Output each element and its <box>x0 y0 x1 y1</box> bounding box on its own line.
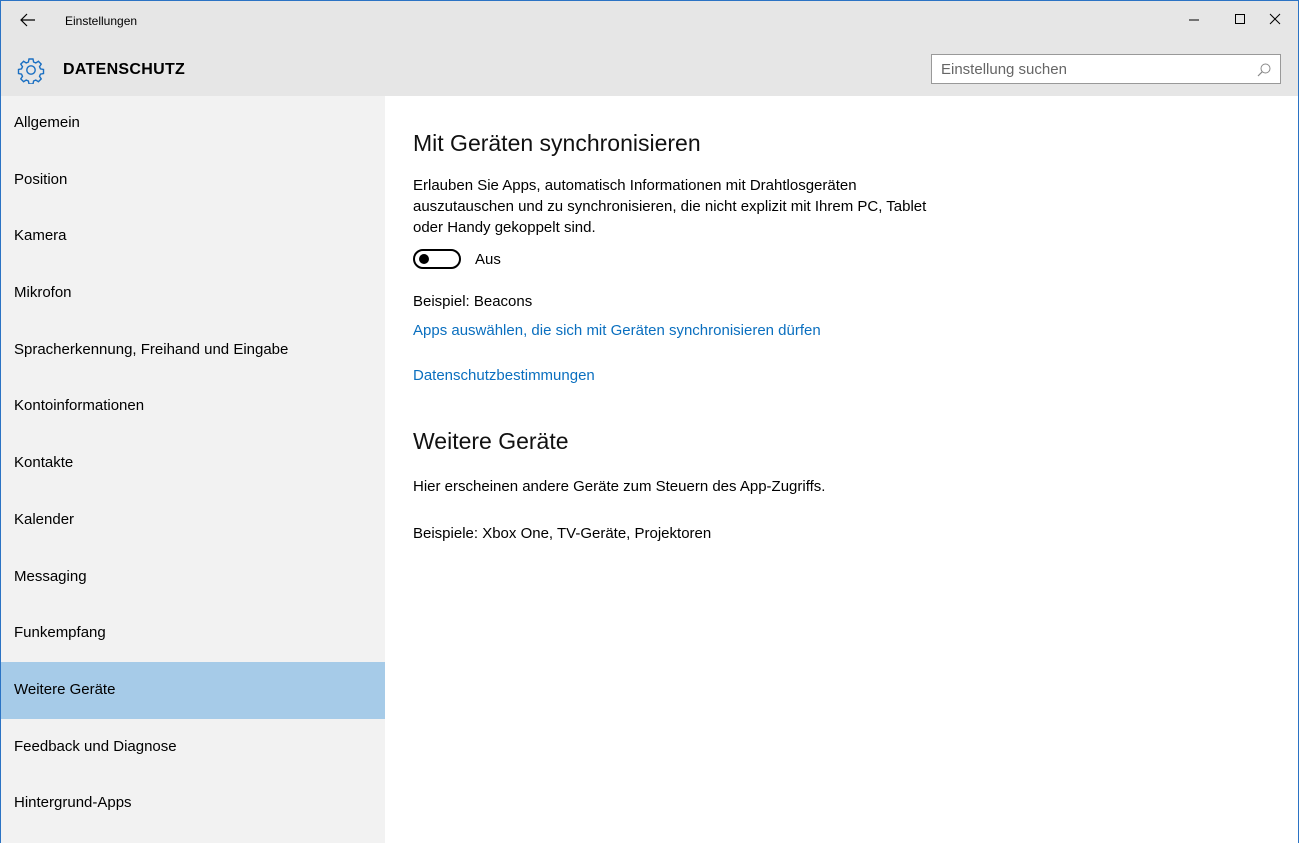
other-devices-examples: Beispiele: Xbox One, TV-Geräte, Projekto… <box>413 525 712 542</box>
sidebar-item-kontakte[interactable]: Kontakte <box>1 435 385 492</box>
sidebar-item-position[interactable]: Position <box>1 152 385 209</box>
sync-toggle-state: Aus <box>475 250 501 268</box>
sidebar-item-hintergrund-apps[interactable]: Hintergrund-Apps <box>1 775 385 832</box>
sync-description: Erlauben Sie Apps, automatisch Informati… <box>413 177 927 236</box>
app-title: Einstellungen <box>65 14 138 28</box>
minimize-button[interactable] <box>1171 1 1217 41</box>
maximize-icon <box>1234 12 1246 30</box>
sidebar-item-mikrofon[interactable]: Mikrofon <box>1 265 385 322</box>
sidebar-item-kontoinformationen[interactable]: Kontoinformationen <box>1 378 385 435</box>
search-input[interactable] <box>932 55 1251 83</box>
page-header: DATENSCHUTZ <box>1 44 1298 96</box>
sidebar: Allgemein Position Kamera Mikrofon Sprac… <box>1 96 385 843</box>
gear-icon <box>17 56 45 85</box>
sidebar-item-allgemein[interactable]: Allgemein <box>1 95 385 152</box>
other-devices-title: Weitere Geräte <box>413 428 569 454</box>
sidebar-item-funkempfang[interactable]: Funkempfang <box>1 605 385 662</box>
back-button[interactable] <box>15 9 41 35</box>
choose-apps-link[interactable]: Apps auswählen, die sich mit Geräten syn… <box>413 322 821 339</box>
sync-section-title: Mit Geräten synchronisieren <box>413 130 701 156</box>
minimize-icon <box>1188 12 1200 30</box>
other-devices-description: Hier erscheinen andere Geräte zum Steuer… <box>413 478 826 495</box>
sidebar-item-kalender[interactable]: Kalender <box>1 492 385 549</box>
settings-window: Einstellungen DATENSCHUTZ Einstellung su… <box>0 0 1299 843</box>
main-content: Mit Geräten synchronisieren Erlauben Sie… <box>413 96 1298 843</box>
sidebar-item-messaging[interactable]: Messaging <box>1 549 385 606</box>
search-box[interactable] <box>931 54 1281 84</box>
close-icon <box>1269 12 1281 30</box>
sync-toggle-row: Aus <box>413 249 1298 269</box>
back-arrow-icon <box>20 13 36 32</box>
privacy-statement-link[interactable]: Datenschutzbestimmungen <box>413 367 595 384</box>
beacons-example: Beispiel: Beacons <box>413 293 533 310</box>
sync-toggle[interactable] <box>413 249 461 269</box>
sidebar-item-weitere-geraete[interactable]: Weitere Geräte <box>1 661 385 719</box>
sidebar-item-feedback-diagnose[interactable]: Feedback und Diagnose <box>1 719 385 776</box>
toggle-knob <box>419 254 429 264</box>
sidebar-item-kamera[interactable]: Kamera <box>1 208 385 265</box>
search-icon[interactable] <box>1256 62 1272 78</box>
page-title: DATENSCHUTZ <box>63 61 186 78</box>
close-button[interactable] <box>1252 1 1298 41</box>
sidebar-item-spracherkennung[interactable]: Spracherkennung, Freihand und Eingabe <box>1 322 385 379</box>
title-bar: Einstellungen <box>1 1 1298 44</box>
